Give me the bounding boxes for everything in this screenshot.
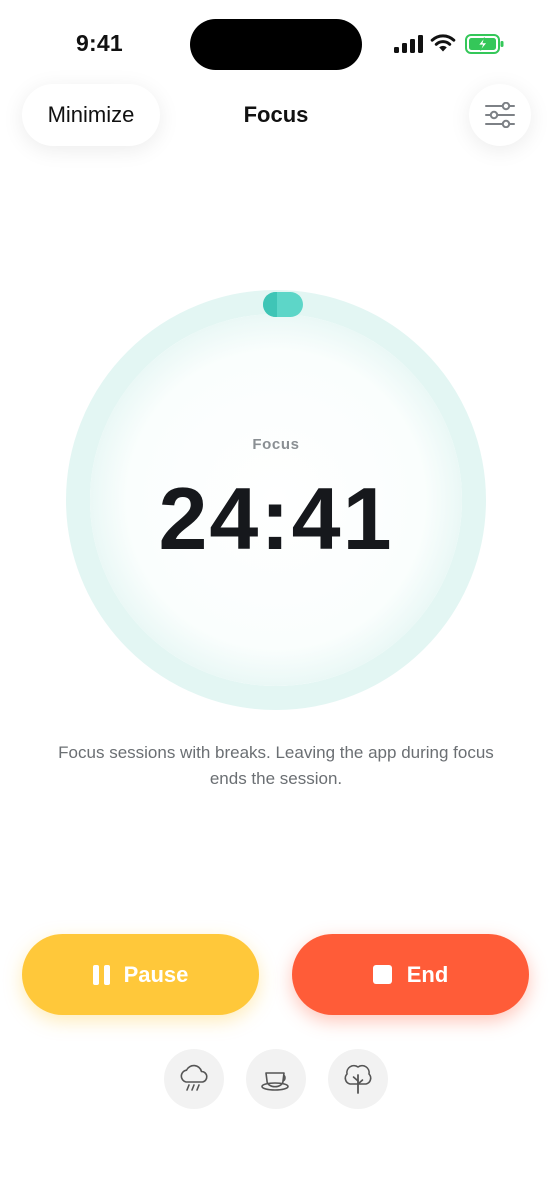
sliders-icon: [485, 102, 515, 128]
rain-cloud-icon: [180, 1064, 208, 1091]
pause-icon: [92, 964, 110, 985]
timer-mode-label: Focus: [252, 436, 300, 453]
battery-charging-icon: [465, 34, 504, 54]
stop-icon: [372, 965, 392, 984]
status-bar: 9:41: [0, 0, 552, 80]
signal-icon: [394, 35, 423, 53]
cafe-sound-button[interactable]: [246, 1049, 306, 1109]
session-description: Focus sessions with breaks. Leaving the …: [58, 743, 494, 788]
dynamic-island: [190, 19, 362, 70]
progress-indicator[interactable]: [263, 292, 303, 317]
tree-icon: [344, 1064, 372, 1094]
coffee-cup-icon: [261, 1072, 289, 1091]
end-button[interactable]: End: [292, 934, 529, 1015]
rain-sound-button[interactable]: [164, 1049, 224, 1109]
forest-sound-button[interactable]: [328, 1049, 388, 1109]
wifi-icon: [430, 34, 456, 52]
settings-button[interactable]: [469, 84, 531, 146]
pause-button[interactable]: Pause: [22, 934, 259, 1015]
pause-label: Pause: [123, 961, 189, 987]
end-label: End: [406, 961, 449, 987]
timer-countdown: 24:41: [158, 469, 394, 568]
status-time: 9:41: [76, 30, 123, 56]
header: Minimize Focus: [0, 84, 552, 148]
